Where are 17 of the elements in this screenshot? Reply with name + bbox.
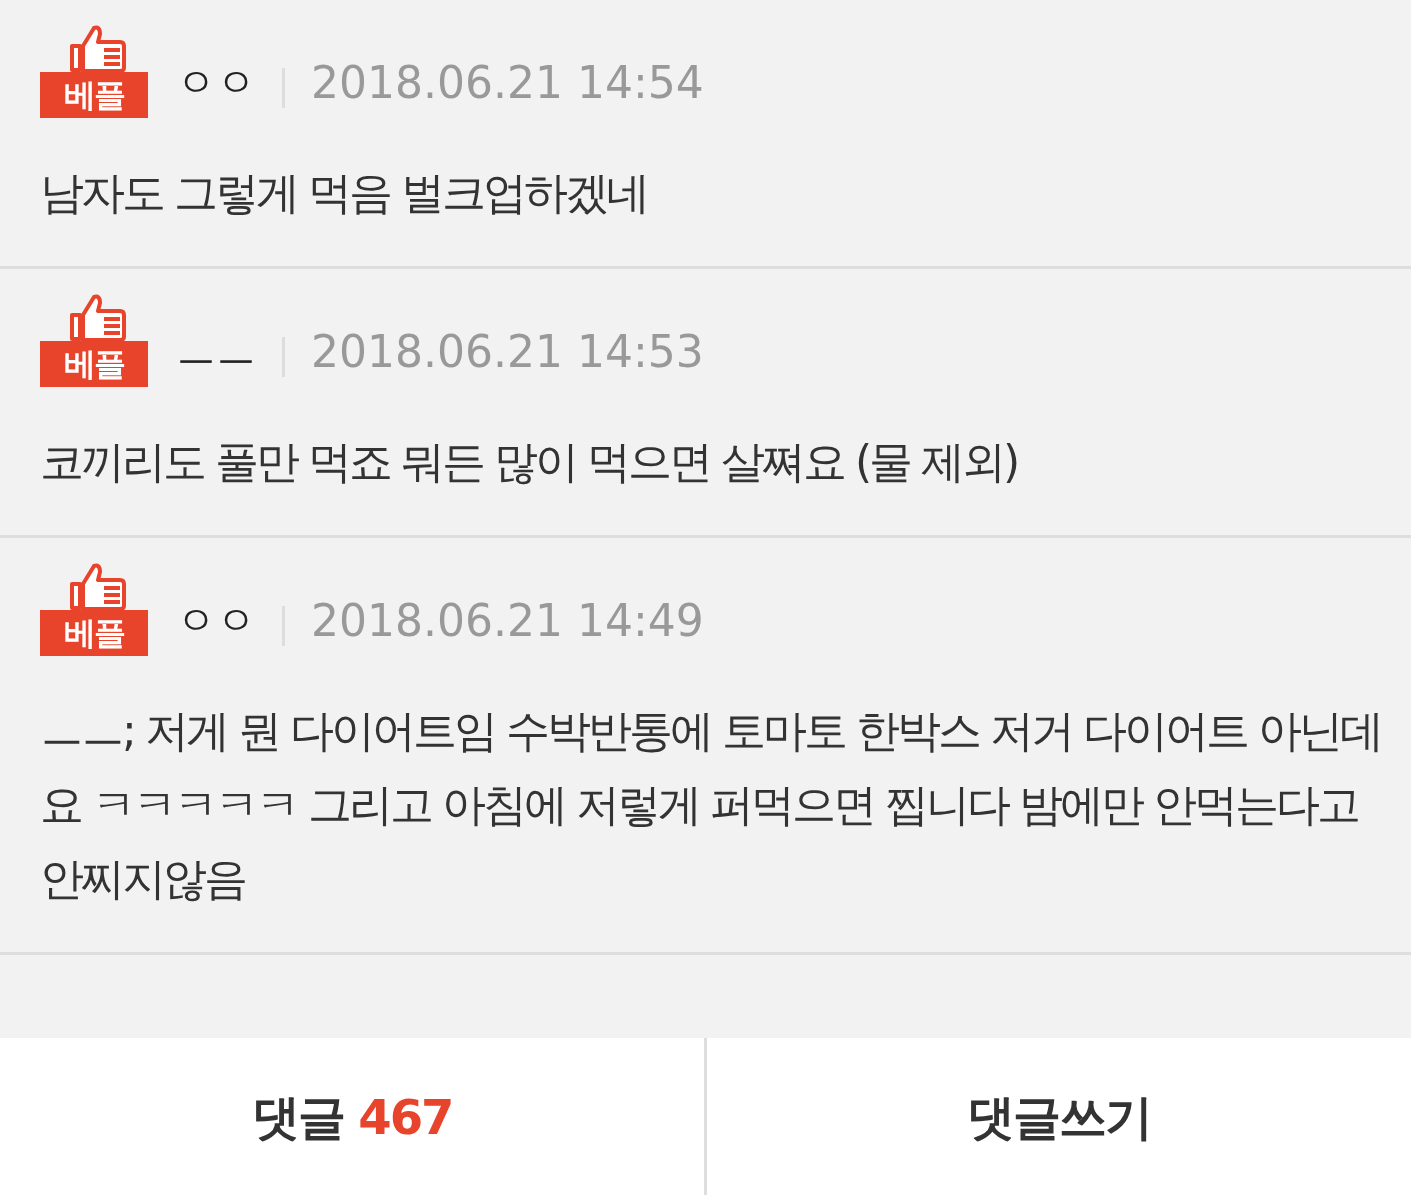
thumbs-up-icon (68, 24, 128, 72)
thumbs-up-icon (68, 562, 128, 610)
best-comment-badge: 베플 (40, 341, 148, 387)
comment-author: ㅡㅡ (176, 327, 256, 376)
comment-time: 2018.06.21 14:54 (311, 56, 704, 110)
comment-author: ㅇㅇ (176, 58, 256, 107)
comments-count-button[interactable]: 댓글 467 (0, 1038, 707, 1195)
comment-author: ㅇㅇ (176, 596, 256, 645)
comment-time: 2018.06.21 14:49 (311, 594, 704, 648)
comment-time: 2018.06.21 14:53 (311, 325, 704, 379)
best-comment-badge: 베플 (40, 610, 148, 656)
comment-text: 남자도 그렇게 먹음 벌크업하겠네 (40, 166, 648, 220)
best-comment-badge: 베플 (40, 72, 148, 118)
thumbs-up-icon (68, 293, 128, 341)
comment-text: 코끼리도 풀만 먹죠 뭐든 많이 먹으면 살쪄요 (물 제외) (40, 435, 1019, 489)
comment-text: ㅡㅡ; 저게 뭔 다이어트임 수박반통에 토마토 한박스 저거 다이어트 아닌데요 ㅋㅋㅋㅋㅋ 그리고 아침에 저렇게 퍼먹으면 찝니다 밤에만 안먹는다고 안찌지않음 (40, 704, 1382, 906)
write-comment-button[interactable]: 댓글쓰기 (707, 1038, 1411, 1195)
